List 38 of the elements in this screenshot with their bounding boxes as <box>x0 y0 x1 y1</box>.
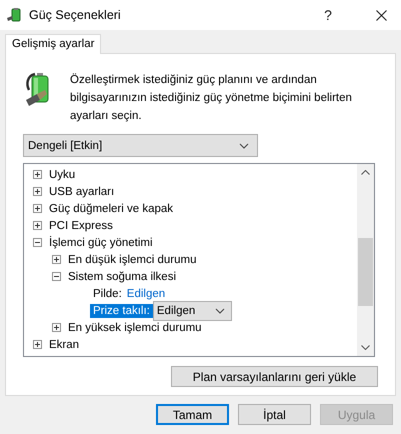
expand-icon[interactable] <box>33 170 42 179</box>
tree-item[interactable]: İşlemci güç yönetimi <box>49 236 153 248</box>
setting-label[interactable]: Pilde: <box>90 286 125 300</box>
setting-dropdown[interactable]: Edilgen <box>152 300 232 320</box>
description-text: Özelleştirmek istediğiniz güç planını ve ardından bilgisayarınızın istediğiniz güç yönetme biçimini belirten ayarları seçin. <box>70 72 353 124</box>
close-icon[interactable] <box>376 10 387 20</box>
chevron-down-icon <box>239 142 249 148</box>
scroll-thumb[interactable] <box>358 238 373 306</box>
tree-item[interactable]: En düşük işlemci durumu <box>68 254 196 266</box>
scroll-down-icon[interactable] <box>361 345 370 350</box>
restore-defaults-button[interactable]: Plan varsayılanlarını geri yükle <box>171 366 378 387</box>
setting-label[interactable]: Prize takılı: <box>90 304 153 318</box>
expand-icon[interactable] <box>33 340 42 349</box>
expand-icon[interactable] <box>52 255 61 264</box>
scroll-up-icon[interactable] <box>361 170 370 175</box>
tree-item[interactable]: Ekran <box>49 338 80 350</box>
tree-item[interactable]: USB ayarları <box>49 186 114 198</box>
help-button[interactable]: ? <box>318 7 338 23</box>
expand-icon[interactable] <box>52 323 61 332</box>
dialog-button[interactable]: Tamam <box>156 404 229 425</box>
window-title: Güç Seçenekleri <box>29 8 122 22</box>
expand-icon[interactable] <box>33 204 42 213</box>
scrollbar[interactable] <box>357 164 374 356</box>
battery-plug-icon <box>6 7 22 23</box>
expand-icon[interactable] <box>33 221 42 230</box>
tree-item[interactable]: PCI Express <box>49 220 113 232</box>
expand-icon[interactable] <box>33 187 42 196</box>
tree-item[interactable]: En yüksek işlemci durumu <box>68 322 202 334</box>
collapse-icon[interactable] <box>52 272 61 281</box>
chevron-down-icon <box>214 308 225 314</box>
plan-dropdown[interactable]: Dengeli [Etkin] <box>23 134 258 157</box>
tab[interactable]: Gelişmiş ayarlar <box>5 34 102 54</box>
tree-item[interactable]: Sistem soğuma ilkesi <box>68 270 176 282</box>
tree-item[interactable]: Güç düğmeleri ve kapak <box>49 202 174 214</box>
collapse-icon[interactable] <box>33 238 42 247</box>
tree-item[interactable]: Uyku <box>49 168 76 180</box>
setting-value-link[interactable]: Edilgen <box>126 288 166 300</box>
dialog-button[interactable]: İptal <box>238 404 311 425</box>
